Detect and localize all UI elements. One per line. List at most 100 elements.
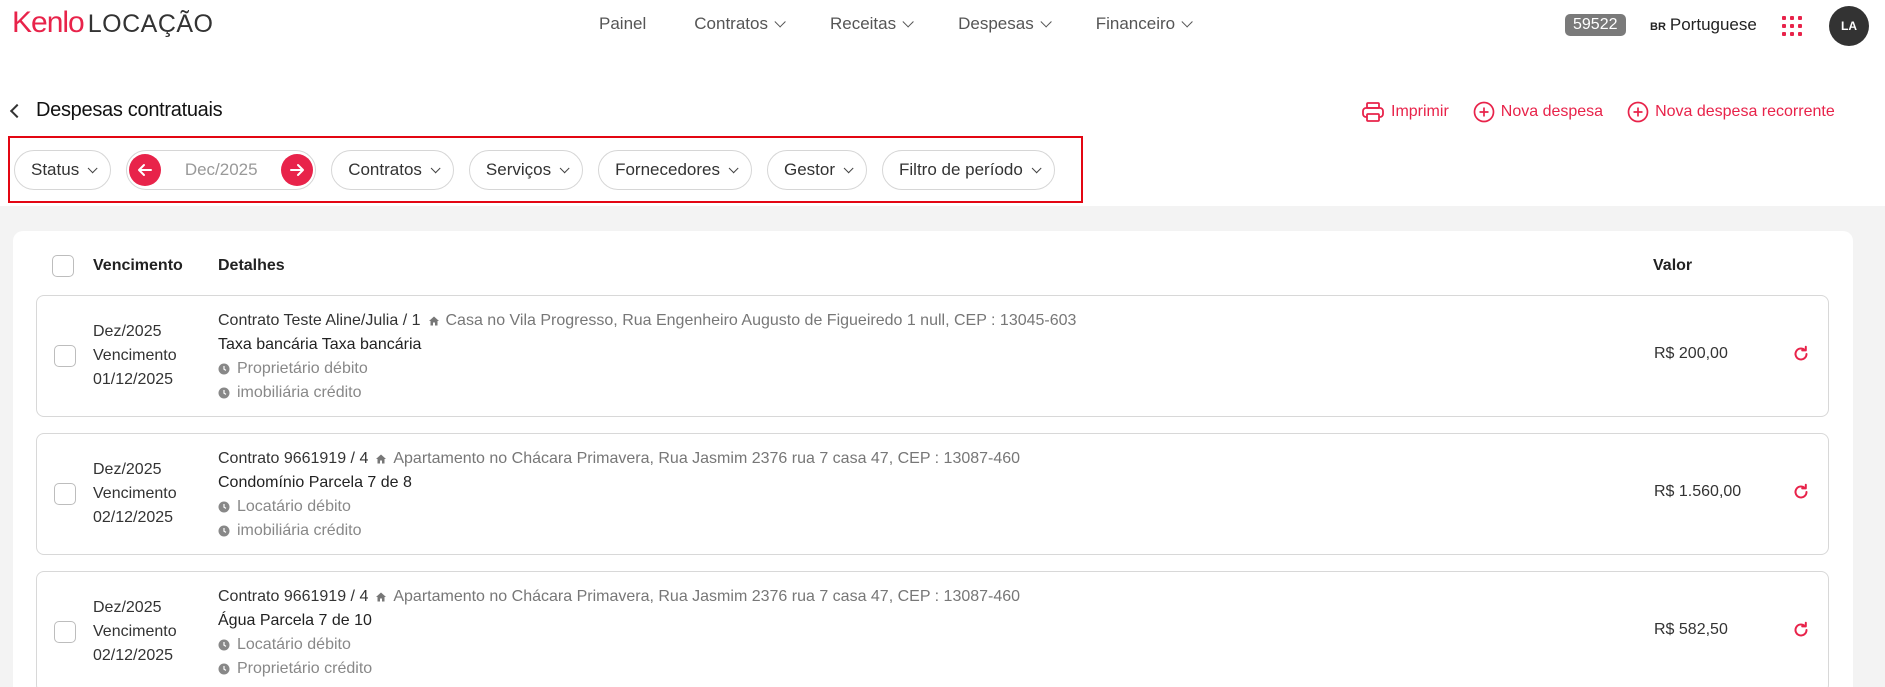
due-date: 02/12/2025 bbox=[93, 509, 174, 526]
due-label: Vencimento bbox=[93, 347, 177, 364]
home-icon bbox=[428, 315, 440, 327]
arrow-left-icon bbox=[138, 164, 153, 176]
expense-value: R$ 200,00 bbox=[1654, 345, 1728, 362]
clock-icon bbox=[218, 363, 230, 375]
user-avatar[interactable]: LA bbox=[1829, 6, 1869, 46]
logo-brand: Kenlo bbox=[12, 6, 85, 39]
expense-value: R$ 582,50 bbox=[1654, 621, 1728, 638]
status-filter-label: Status bbox=[31, 160, 80, 179]
status-filter[interactable]: Status bbox=[14, 150, 112, 190]
back-arrow-icon[interactable] bbox=[9, 103, 25, 119]
nav-item-label: Painel bbox=[599, 14, 647, 33]
refresh-icon[interactable] bbox=[1792, 621, 1810, 644]
suppliers-filter[interactable]: Fornecedores bbox=[598, 150, 752, 190]
contracts-filter[interactable]: Contratos bbox=[331, 150, 454, 190]
table-row[interactable]: Dez/2025 Vencimento 02/12/2025 Contrato … bbox=[36, 571, 1829, 687]
contract-link[interactable]: Contrato Teste Aline/Julia / 1 bbox=[218, 309, 421, 333]
home-icon bbox=[375, 591, 387, 603]
logo-product: LOCAÇÃO bbox=[87, 10, 214, 38]
top-navigation-bar: Kenlo LOCAÇÃO Painel Contratos Receitas … bbox=[0, 0, 1885, 52]
printer-icon bbox=[1361, 101, 1385, 123]
refresh-icon[interactable] bbox=[1792, 483, 1810, 506]
kenlo-logo[interactable]: Kenlo LOCAÇÃO bbox=[12, 6, 214, 40]
nav-item-painel[interactable]: Painel bbox=[599, 14, 646, 34]
row-checkbox[interactable] bbox=[54, 621, 76, 643]
table-row[interactable]: Dez/2025 Vencimento 01/12/2025 Contrato … bbox=[36, 295, 1829, 417]
plus-circle-icon bbox=[1473, 101, 1495, 123]
contract-link[interactable]: Contrato 9661919 / 4 bbox=[218, 585, 368, 609]
column-header-value: Valor bbox=[1653, 257, 1693, 274]
nav-item-label: Financeiro bbox=[1095, 14, 1176, 33]
page-actions: Imprimir Nova despesa Nova despesa recor… bbox=[1361, 101, 1835, 123]
credit-party: imobiliária crédito bbox=[237, 522, 362, 539]
print-button[interactable]: Imprimir bbox=[1361, 101, 1449, 123]
due-cell: Dez/2025 Vencimento 02/12/2025 bbox=[93, 596, 177, 668]
row-checkbox[interactable] bbox=[54, 483, 76, 505]
next-period-button[interactable] bbox=[281, 154, 314, 186]
nav-item-label: Contratos bbox=[694, 14, 768, 33]
details-cell: Contrato Teste Aline/Julia / 1 Casa no V… bbox=[218, 309, 1076, 405]
arrow-right-icon bbox=[290, 164, 305, 176]
column-header-due: Vencimento bbox=[93, 257, 183, 274]
row-checkbox[interactable] bbox=[54, 345, 76, 367]
clock-icon bbox=[218, 525, 230, 537]
property-address: Casa no Vila Progresso, Rua Engenheiro A… bbox=[445, 312, 1077, 329]
expense-value: R$ 1.560,00 bbox=[1654, 483, 1742, 500]
nav-item-label: Receitas bbox=[829, 14, 897, 33]
due-date: 02/12/2025 bbox=[93, 647, 174, 664]
chevron-down-icon bbox=[87, 162, 98, 173]
details-cell: Contrato 9661919 / 4 Apartamento no Chác… bbox=[218, 585, 1020, 681]
language-selector[interactable]: BR Portuguese bbox=[1650, 15, 1757, 35]
apps-grid-icon[interactable] bbox=[1782, 16, 1802, 36]
period-navigator: Dec/2025 bbox=[126, 150, 317, 190]
page-title: Despesas contratuais bbox=[36, 99, 223, 121]
manager-filter-label: Gestor bbox=[783, 160, 836, 179]
services-filter[interactable]: Serviços bbox=[468, 150, 584, 190]
nav-item-contratos[interactable]: Contratos bbox=[694, 14, 786, 34]
manager-filter[interactable]: Gestor bbox=[766, 150, 868, 190]
debit-party: Locatário débito bbox=[237, 636, 351, 653]
due-cell: Dez/2025 Vencimento 02/12/2025 bbox=[93, 458, 177, 530]
new-recurring-expense-button[interactable]: Nova despesa recorrente bbox=[1627, 101, 1835, 123]
home-icon bbox=[375, 453, 387, 465]
due-cell: Dez/2025 Vencimento 01/12/2025 bbox=[93, 320, 177, 392]
chevron-down-icon bbox=[774, 16, 786, 28]
main-nav: Painel Contratos Receitas Despesas Finan… bbox=[599, 14, 1237, 34]
previous-period-button[interactable] bbox=[129, 154, 162, 186]
print-label: Imprimir bbox=[1391, 103, 1449, 120]
expenses-table: Vencimento Detalhes Valor Dez/2025 Venci… bbox=[13, 231, 1853, 687]
credit-party: imobiliária crédito bbox=[237, 384, 362, 401]
column-header-details: Detalhes bbox=[218, 257, 285, 274]
new-expense-button[interactable]: Nova despesa bbox=[1473, 101, 1603, 123]
refresh-icon[interactable] bbox=[1792, 345, 1810, 368]
expense-description: Condomínio Parcela 7 de 8 bbox=[218, 474, 412, 491]
chevron-down-icon bbox=[902, 16, 914, 28]
expense-description: Taxa bancária Taxa bancária bbox=[218, 336, 422, 353]
chevron-down-icon bbox=[559, 162, 570, 173]
period-range-filter-label: Filtro de período bbox=[899, 160, 1023, 179]
clock-icon bbox=[218, 501, 230, 513]
due-label: Vencimento bbox=[93, 485, 177, 502]
language-code: BR bbox=[1650, 21, 1666, 33]
contract-link[interactable]: Contrato 9661919 / 4 bbox=[218, 447, 368, 471]
select-all-checkbox[interactable] bbox=[52, 255, 74, 277]
nav-item-label: Despesas bbox=[958, 14, 1034, 33]
nav-item-financeiro[interactable]: Financeiro bbox=[1095, 14, 1193, 34]
plus-circle-icon bbox=[1627, 101, 1649, 123]
chevron-down-icon bbox=[1040, 16, 1052, 28]
nav-item-despesas[interactable]: Despesas bbox=[958, 14, 1052, 34]
chevron-down-icon bbox=[1181, 16, 1193, 28]
due-month: Dez/2025 bbox=[93, 599, 162, 616]
contracts-filter-label: Contratos bbox=[348, 160, 422, 179]
table-row[interactable]: Dez/2025 Vencimento 02/12/2025 Contrato … bbox=[36, 433, 1829, 555]
chevron-down-icon bbox=[1031, 162, 1042, 173]
due-label: Vencimento bbox=[93, 623, 177, 640]
services-filter-label: Serviços bbox=[485, 160, 552, 179]
period-range-filter[interactable]: Filtro de período bbox=[882, 150, 1055, 190]
property-address: Apartamento no Chácara Primavera, Rua Ja… bbox=[393, 450, 1021, 467]
chevron-down-icon bbox=[843, 162, 854, 173]
clock-icon bbox=[218, 387, 230, 399]
nav-item-receitas[interactable]: Receitas bbox=[829, 14, 914, 34]
property-address: Apartamento no Chácara Primavera, Rua Ja… bbox=[393, 588, 1021, 605]
chevron-down-icon bbox=[430, 162, 441, 173]
